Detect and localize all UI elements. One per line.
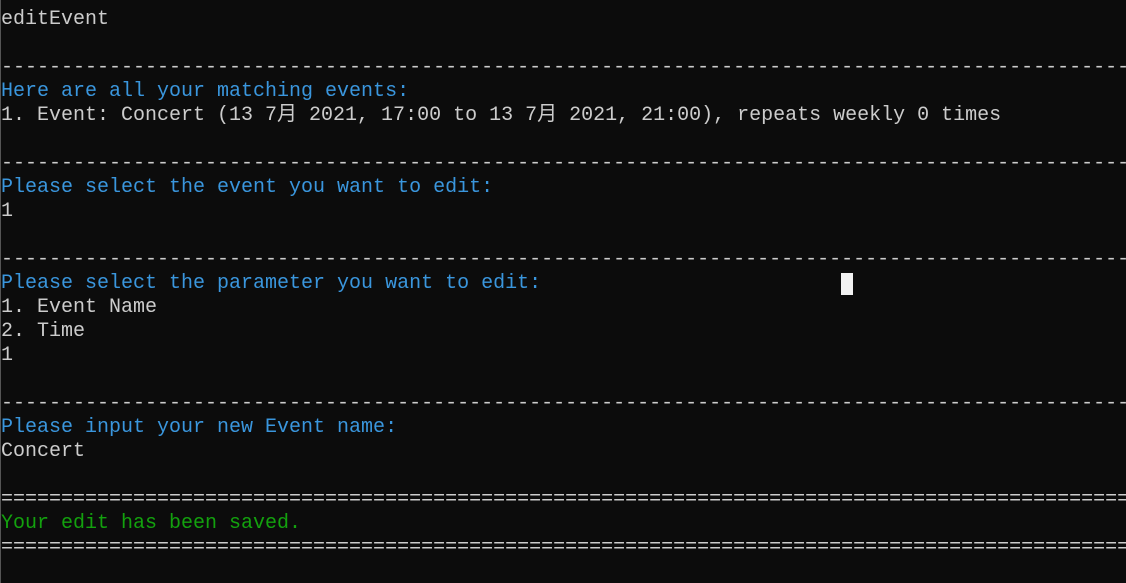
select-parameter-prompt: Please select the parameter you want to … — [1, 272, 542, 295]
new-name-prompt: Please input your new Event name: — [1, 416, 398, 439]
matching-events-header: Here are all your matching events: — [1, 80, 410, 103]
command-line: editEvent — [1, 8, 110, 31]
text-cursor — [841, 273, 853, 295]
parameter-option-event-name: 1. Event Name — [1, 296, 158, 319]
select-event-input: 1 — [1, 200, 14, 223]
event-list-item: 1. Event: Concert (13 7月 2021, 17:00 to … — [1, 104, 1002, 127]
dash-separator: ----------------------------------------… — [1, 392, 1126, 415]
dash-separator: ----------------------------------------… — [1, 248, 1126, 271]
select-event-prompt: Please select the event you want to edit… — [1, 176, 494, 199]
equal-separator: ========================================… — [1, 488, 1126, 511]
new-name-input: Concert — [1, 440, 86, 463]
saved-message: Your edit has been saved. — [1, 512, 302, 535]
equal-separator: ========================================… — [1, 536, 1126, 559]
parameter-option-time: 2. Time — [1, 320, 86, 343]
select-parameter-input: 1 — [1, 344, 14, 367]
dash-separator: ----------------------------------------… — [1, 56, 1126, 79]
terminal-output[interactable]: editEvent ------------------------------… — [1, 8, 1126, 560]
dash-separator: ----------------------------------------… — [1, 152, 1126, 175]
